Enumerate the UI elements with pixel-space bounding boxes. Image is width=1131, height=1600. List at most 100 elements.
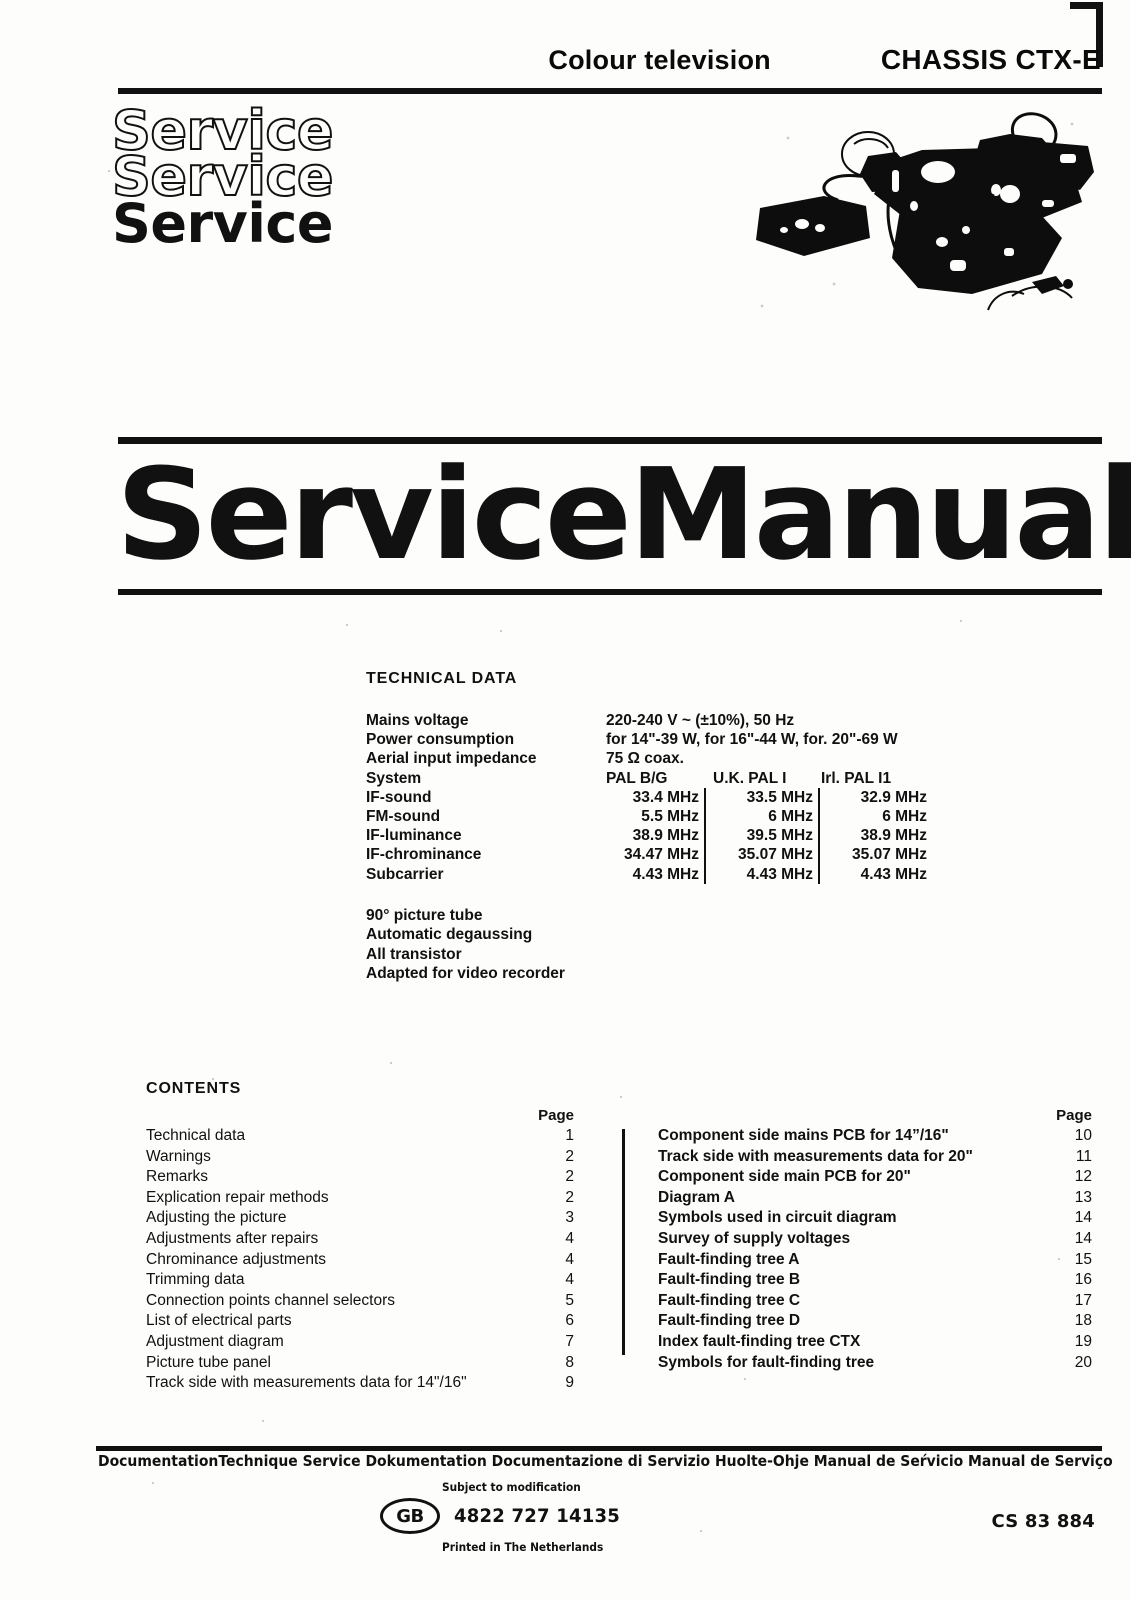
frequency-cell: 33.4 MHz bbox=[632, 788, 699, 806]
toc-entry-page: 9 bbox=[565, 1374, 574, 1392]
toc-entry-title: Track side with measurements data for 20… bbox=[658, 1147, 973, 1165]
contents-column-right: Page Component side mains PCB for 14”/16… bbox=[658, 1107, 1098, 1394]
toc-entry[interactable]: Fault-finding tree A 15 bbox=[658, 1250, 1098, 1271]
toc-entry[interactable]: Symbols for fault-finding tree 20 bbox=[658, 1353, 1098, 1374]
toc-entry[interactable]: Warnings 2 bbox=[146, 1147, 586, 1168]
service-logo: Service Service Service bbox=[111, 102, 452, 250]
toc-entry-page: 11 bbox=[1075, 1147, 1092, 1165]
toc-entry[interactable]: Fault-finding tree D 18 bbox=[658, 1311, 1098, 1332]
toc-entry-page: 12 bbox=[1074, 1168, 1092, 1186]
frequency-table-row-label: FM-sound bbox=[366, 808, 441, 826]
frequency-table-row-label: IF-chrominance bbox=[366, 846, 482, 864]
document-code: CS 83 884 bbox=[991, 1511, 1095, 1532]
frequency-column-header: Irl. PAL I1 bbox=[821, 769, 892, 787]
toc-entry-title: List of electrical parts bbox=[146, 1312, 292, 1330]
toc-entry-page: 4 bbox=[565, 1250, 574, 1268]
toc-entry[interactable]: Component side mains PCB for 14”/16" 10 bbox=[658, 1126, 1098, 1147]
frequency-cell: 38.9 MHz bbox=[818, 826, 932, 846]
toc-entry[interactable]: Component side main PCB for 20" 12 bbox=[658, 1167, 1098, 1188]
technical-data-heading: TECHNICAL DATA bbox=[366, 670, 518, 687]
tech-value: 75 Ω coax. bbox=[606, 750, 684, 768]
toc-entry-title: Technical data bbox=[146, 1127, 246, 1144]
toc-entry[interactable]: List of electrical parts 6 bbox=[146, 1311, 586, 1332]
frequency-column-header: U.K. PAL I bbox=[713, 769, 787, 787]
toc-entry-title: Survey of supply voltages bbox=[658, 1229, 851, 1247]
frequency-cell: 4.43 MHz bbox=[704, 864, 818, 884]
frequency-cell: 6 MHz bbox=[704, 807, 818, 827]
frequency-table-row: IF-luminance 38.9 MHz 39.5 MHz 38.9 MHz bbox=[366, 826, 986, 846]
tech-label: Aerial input impedance bbox=[366, 750, 537, 768]
page-title: Colour television bbox=[548, 45, 771, 75]
frequency-cell: 6 MHz bbox=[818, 807, 932, 827]
toc-entry-page: 19 bbox=[1074, 1332, 1092, 1350]
toc-entry[interactable]: Fault-finding tree B 16 bbox=[658, 1270, 1098, 1291]
toc-entry-title: Trimming data bbox=[146, 1271, 245, 1289]
toc-entry-title: Explication repair methods bbox=[146, 1188, 329, 1206]
toc-entry[interactable]: Diagram A 13 bbox=[658, 1188, 1098, 1209]
toc-entry[interactable]: Track side with measurements data for 14… bbox=[146, 1373, 586, 1394]
toc-entry[interactable]: Fault-finding tree C 17 bbox=[658, 1291, 1098, 1312]
toc-entry[interactable]: Technical data 1 bbox=[146, 1126, 586, 1147]
toc-entry-page: 14 bbox=[1074, 1209, 1092, 1227]
technical-data-row: Mains voltage 220-240 V ~ (±10%), 50 Hz bbox=[366, 711, 986, 730]
frequency-cell: 34.47 MHz bbox=[624, 846, 699, 864]
toc-entry-title: Symbols for fault-finding tree bbox=[658, 1353, 875, 1371]
technical-data-section: TECHNICAL DATA Mains voltage 220-240 V ~… bbox=[366, 670, 986, 983]
toc-entry-title: Fault-finding tree B bbox=[658, 1271, 801, 1289]
toc-entry-title: Index fault-finding tree CTX bbox=[658, 1332, 861, 1350]
feature-item: Adapted for video recorder bbox=[366, 965, 565, 983]
toc-entry-page: 14 bbox=[1074, 1229, 1092, 1247]
toc-entry-title: Adjustment diagram bbox=[146, 1332, 284, 1350]
contents-heading: CONTENTS bbox=[146, 1080, 242, 1097]
toc-entry[interactable]: Symbols used in circuit diagram 14 bbox=[658, 1208, 1098, 1229]
toc-entry-page: 5 bbox=[565, 1291, 574, 1309]
toc-entry-page: 4 bbox=[565, 1271, 574, 1289]
tech-label: Mains voltage bbox=[366, 712, 469, 729]
service-manual-page: Colour television CHASSIS CTX-E Service … bbox=[0, 0, 1131, 1600]
tech-value: 220-240 V ~ (±10%), 50 Hz bbox=[606, 712, 795, 729]
tech-value: for 14"-39 W, for 16"-44 W, for. 20"-69 … bbox=[606, 731, 898, 749]
toc-entry-page: 18 bbox=[1074, 1312, 1092, 1330]
frequency-cell: 35.07 MHz bbox=[818, 845, 932, 865]
frequency-cell: 35.07 MHz bbox=[704, 845, 818, 865]
toc-entry-page: 3 bbox=[565, 1209, 574, 1227]
toc-entry-title: Warnings bbox=[146, 1147, 211, 1165]
feature-item: All transistor bbox=[366, 945, 462, 963]
toc-entry-title: Connection points channel selectors bbox=[146, 1291, 396, 1309]
chassis-photo bbox=[742, 98, 1094, 320]
frequency-table-row: Subcarrier 4.43 MHz 4.43 MHz 4.43 MHz bbox=[366, 864, 986, 884]
toc-entry[interactable]: Adjusting the picture 3 bbox=[146, 1208, 586, 1229]
toc-entry[interactable]: Chrominance adjustments 4 bbox=[146, 1250, 586, 1271]
feature-item: Automatic degaussing bbox=[366, 926, 533, 944]
toc-entry-page: 1 bbox=[565, 1127, 574, 1144]
toc-entry[interactable]: Explication repair methods 2 bbox=[146, 1188, 586, 1209]
toc-entry[interactable]: Connection points channel selectors 5 bbox=[146, 1291, 586, 1312]
frequency-table-row-label: Subcarrier bbox=[366, 865, 444, 883]
printed-in-note: Printed in The Netherlands bbox=[442, 1540, 604, 1554]
toc-entry[interactable]: Survey of supply voltages 14 bbox=[658, 1229, 1098, 1250]
toc-entry[interactable]: Remarks 2 bbox=[146, 1167, 586, 1188]
toc-entry-page: 2 bbox=[565, 1168, 574, 1186]
frequency-cell: 4.43 MHz bbox=[818, 864, 932, 884]
header-rule bbox=[118, 88, 1102, 94]
toc-entry-page: 20 bbox=[1074, 1353, 1092, 1371]
toc-entry[interactable]: Track side with measurements data for 20… bbox=[658, 1147, 1098, 1168]
frequency-cell: 4.43 MHz bbox=[632, 865, 699, 883]
toc-entry-title: Adjusting the picture bbox=[146, 1209, 287, 1227]
footer-rule bbox=[96, 1446, 1102, 1451]
country-code-badge: GB bbox=[380, 1498, 440, 1534]
frequency-table-row: IF-chrominance 34.47 MHz 35.07 MHz 35.07… bbox=[366, 845, 986, 865]
toc-entry[interactable]: Trimming data 4 bbox=[146, 1270, 586, 1291]
toc-entry[interactable]: Adjustments after repairs 4 bbox=[146, 1229, 586, 1250]
toc-entry[interactable]: Picture tube panel 8 bbox=[146, 1353, 586, 1374]
toc-entry-title: Picture tube panel bbox=[146, 1353, 271, 1371]
frequency-table-header: System PAL B/G U.K. PAL I Irl. PAL I1 bbox=[366, 769, 986, 788]
feature-list: 90° picture tube Automatic degaussing Al… bbox=[366, 906, 986, 984]
toc-entry-page: 7 bbox=[565, 1332, 574, 1350]
frequency-table-row-label: System bbox=[366, 769, 422, 787]
toc-entry[interactable]: Adjustment diagram 7 bbox=[146, 1332, 586, 1353]
frequency-cell: 5.5 MHz bbox=[641, 808, 699, 826]
frequency-table-row: IF-sound 33.4 MHz 33.5 MHz 32.9 MHz bbox=[366, 787, 986, 808]
toc-entry[interactable]: Index fault-finding tree CTX 19 bbox=[658, 1332, 1098, 1353]
toc-entry-page: 8 bbox=[565, 1353, 574, 1371]
